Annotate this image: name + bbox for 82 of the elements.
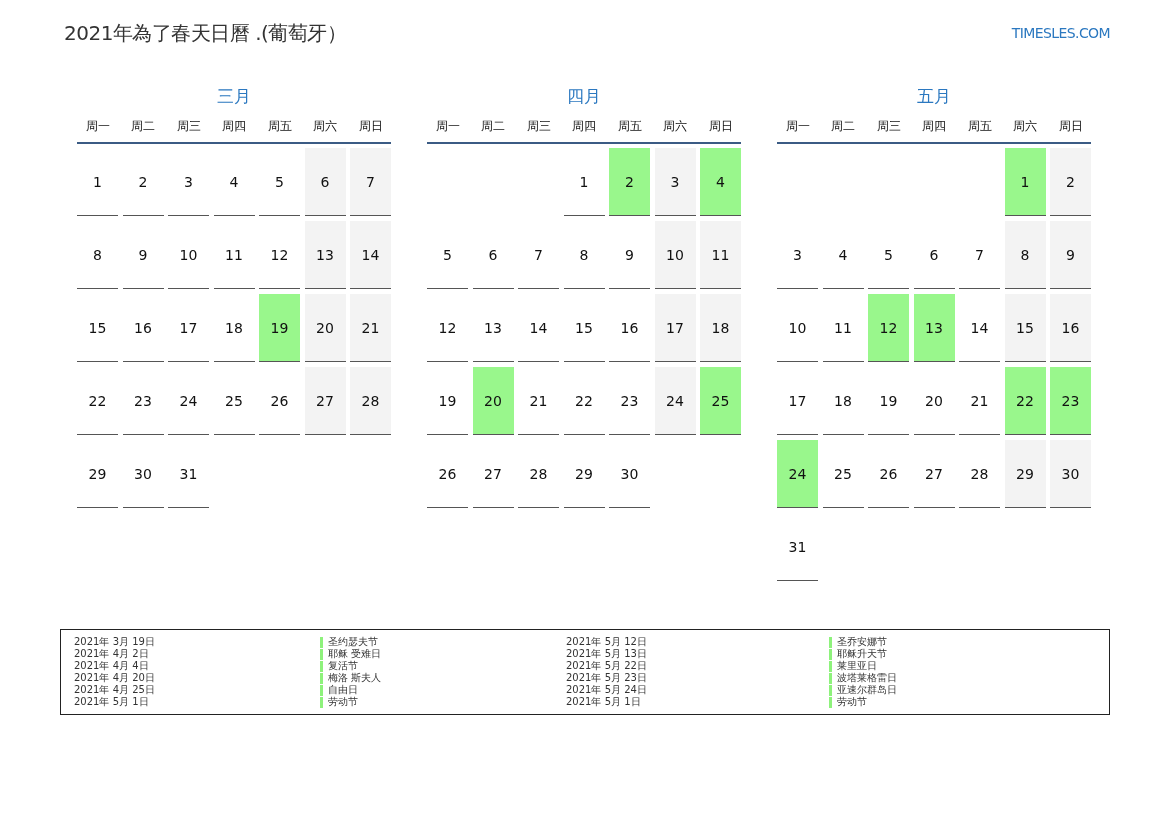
day-cell: 24 (777, 440, 818, 508)
day-cell: 12 (868, 294, 909, 362)
day-cell: 27 (304, 367, 346, 435)
day-cell: 15 (1004, 294, 1046, 362)
day-cell: 16 (1050, 294, 1091, 362)
holiday-name: 波塔莱格雷日 (837, 672, 897, 684)
weekday-label: 周六 (663, 118, 687, 135)
weekday-label: 周三 (876, 118, 901, 135)
weekday-label: 周四 (222, 118, 246, 135)
day-cell: 3 (654, 148, 696, 216)
day-cell: 22 (1004, 367, 1046, 435)
day-cell: 6 (304, 148, 346, 216)
holiday-date: 2021年 4月 25日 (74, 684, 155, 696)
day-cell: 14 (350, 221, 391, 289)
weekday-label: 周二 (131, 118, 155, 135)
month-title: 五月 (917, 85, 951, 107)
day-cell: 8 (1004, 221, 1046, 289)
day-cell: 1 (1004, 148, 1046, 216)
weekday-label: 周二 (481, 118, 505, 135)
holiday-name: 莱里亚日 (837, 660, 877, 672)
day-cell: 13 (913, 294, 955, 362)
weekday-label: 周日 (708, 118, 733, 135)
holiday-date: 2021年 4月 20日 (74, 672, 155, 684)
holiday-name: 梅洛 斯夫人 (328, 672, 382, 684)
weekday-label: 周日 (1058, 118, 1083, 135)
day-cell: 21 (350, 294, 391, 362)
holiday-date: 2021年 5月 12日 (566, 636, 647, 648)
holiday-name: 耶稣 受难日 (328, 648, 382, 660)
day-cell: 28 (350, 367, 391, 435)
day-cell: 4 (700, 148, 741, 216)
holiday-date: 2021年 5月 1日 (74, 696, 149, 708)
weekday-label: 周四 (572, 118, 596, 135)
day-cell: 24 (654, 367, 696, 435)
day-cell: 19 (259, 294, 300, 362)
holiday-date: 2021年 4月 2日 (74, 648, 149, 660)
day-cell: 20 (472, 367, 514, 435)
day-cell: 7 (350, 148, 391, 216)
page-title: 2021年為了春天日曆 .(葡萄牙） (64, 20, 347, 46)
month-title: 三月 (217, 85, 251, 107)
holiday-name: 劳动节 (328, 696, 358, 708)
holiday-date: 2021年 5月 22日 (566, 660, 647, 672)
weekday-label: 周一 (85, 118, 110, 135)
weekday-label: 周三 (526, 118, 551, 135)
day-cell: 30 (1050, 440, 1091, 508)
weekday-label: 周五 (967, 118, 992, 135)
holiday-date: 2021年 3月 19日 (74, 636, 155, 648)
weekday-label: 周五 (267, 118, 292, 135)
holiday-date: 2021年 5月 13日 (566, 648, 647, 660)
day-cell: 18 (700, 294, 741, 362)
holiday-name: 圣乔安娜节 (837, 636, 887, 648)
weekday-label: 周五 (617, 118, 642, 135)
day-cell: 17 (654, 294, 696, 362)
day-cell: 2 (1050, 148, 1091, 216)
day-cell: 2 (609, 148, 650, 216)
holiday-date: 2021年 5月 23日 (566, 672, 647, 684)
day-cell: 29 (1004, 440, 1046, 508)
day-cell: 23 (1050, 367, 1091, 435)
holiday-date: 2021年 5月 1日 (566, 696, 641, 708)
holiday-name: 圣约瑟夫节 (328, 636, 378, 648)
weekday-label: 周六 (1013, 118, 1037, 135)
weekday-label: 周一 (435, 118, 460, 135)
day-cell: 11 (700, 221, 741, 289)
day-cell: 20 (304, 294, 346, 362)
holiday-name: 劳动节 (837, 696, 867, 708)
holiday-date: 2021年 4月 4日 (74, 660, 149, 672)
day-cell: 10 (654, 221, 696, 289)
weekday-label: 周日 (358, 118, 383, 135)
day-cell: 25 (700, 367, 741, 435)
weekday-label: 周二 (831, 118, 855, 135)
day-cell: 13 (304, 221, 346, 289)
weekday-label: 周六 (313, 118, 337, 135)
weekday-label: 周三 (176, 118, 201, 135)
holiday-name: 亚速尔群岛日 (837, 684, 897, 696)
holiday-name: 耶稣升天节 (837, 648, 887, 660)
weekday-label: 周四 (922, 118, 946, 135)
logo-text: TIMESLES.COM (1011, 24, 1110, 42)
weekday-label: 周一 (785, 118, 810, 135)
holiday-name: 自由日 (328, 684, 358, 696)
day-cell: 9 (1050, 221, 1091, 289)
holiday-name: 复活节 (328, 660, 358, 672)
month-title: 四月 (567, 85, 601, 107)
holiday-date: 2021年 5月 24日 (566, 684, 647, 696)
